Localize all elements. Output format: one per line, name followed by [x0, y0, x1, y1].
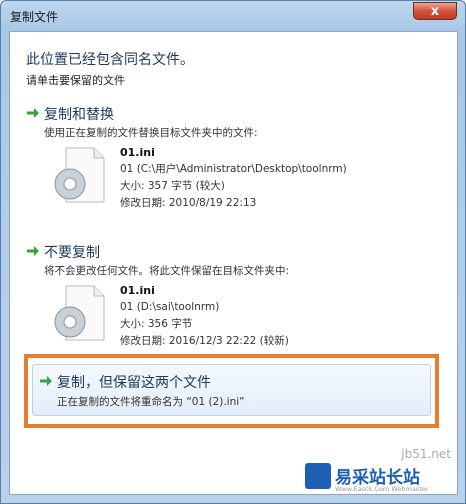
highlight-frame: 复制，但保留这两个文件 正在复制的文件将重命名为 “01 (2).ini” — [24, 354, 439, 428]
option-dont-copy[interactable]: 不要复制 将不会更改任何文件。将此文件保留在目标文件夹中: 01.ini 01 … — [22, 242, 447, 362]
option-title: 复制和替换 — [44, 107, 114, 123]
file-name: 01.ini — [120, 284, 155, 297]
dialog-body: 此位置已经包含同名文件。 请单击要保留的文件 复制和替换 使用正在复制的文件替换… — [9, 31, 458, 495]
window-title: 复制文件 — [10, 10, 59, 24]
file-location: 01 (D:\sai\toolnrm) — [120, 301, 220, 313]
file-modified: 修改日期: 2016/12/3 22:22 (较新) — [120, 335, 289, 347]
option-title: 复制，但保留这两个文件 — [57, 375, 211, 391]
site-watermark: jb51.net 易采站长站 Www.Easck.Com Webmaster — [301, 447, 461, 499]
file-size: 大小: 357 字节 (较大) — [120, 180, 225, 192]
option-copy-keep-both[interactable]: 复制，但保留这两个文件 正在复制的文件将重命名为 “01 (2).ini” — [32, 364, 431, 416]
file-location: 01 (C:\用户\Administrator\Desktop\toolnrm) — [120, 163, 347, 175]
option-description: 将不会更改任何文件。将此文件保留在目标文件夹中: — [44, 265, 290, 277]
copy-file-dialog: 复制文件 x 此位置已经包含同名文件。 请单击要保留的文件 复制和替换 使用正在… — [0, 0, 466, 504]
green-arrow-icon — [27, 246, 39, 256]
green-arrow-icon — [27, 108, 39, 118]
file-name: 01.ini — [120, 146, 155, 159]
option-description: 正在复制的文件将重命名为 “01 (2).ini” — [57, 396, 245, 408]
file-info: 01.ini 01 (C:\用户\Administrator\Desktop\t… — [120, 144, 347, 212]
watermark-url: jb51.net — [401, 447, 451, 461]
option-copy-and-replace[interactable]: 复制和替换 使用正在复制的文件替换目标文件夹中的文件: 01.ini 01 (C… — [22, 104, 447, 224]
option-title: 不要复制 — [44, 245, 100, 261]
dialog-subheading: 请单击要保留的文件 — [26, 74, 125, 87]
watermark-logo-icon — [305, 463, 331, 489]
file-size: 大小: 356 字节 — [120, 318, 193, 330]
file-info: 01.ini 01 (D:\sai\toolnrm) 大小: 356 字节 修改… — [120, 282, 289, 350]
settings-file-icon — [54, 147, 105, 203]
close-button[interactable]: x — [413, 2, 457, 20]
dialog-heading: 此位置已经包含同名文件。 — [26, 52, 194, 68]
option-description: 使用正在复制的文件替换目标文件夹中的文件: — [44, 127, 258, 139]
watermark-subtitle: Www.Easck.Com Webmaster — [335, 485, 429, 493]
settings-file-icon — [54, 285, 105, 341]
title-bar[interactable]: 复制文件 x — [1, 1, 465, 31]
file-modified: 修改日期: 2010/8/19 22:13 — [120, 197, 257, 209]
green-arrow-icon — [40, 376, 52, 386]
